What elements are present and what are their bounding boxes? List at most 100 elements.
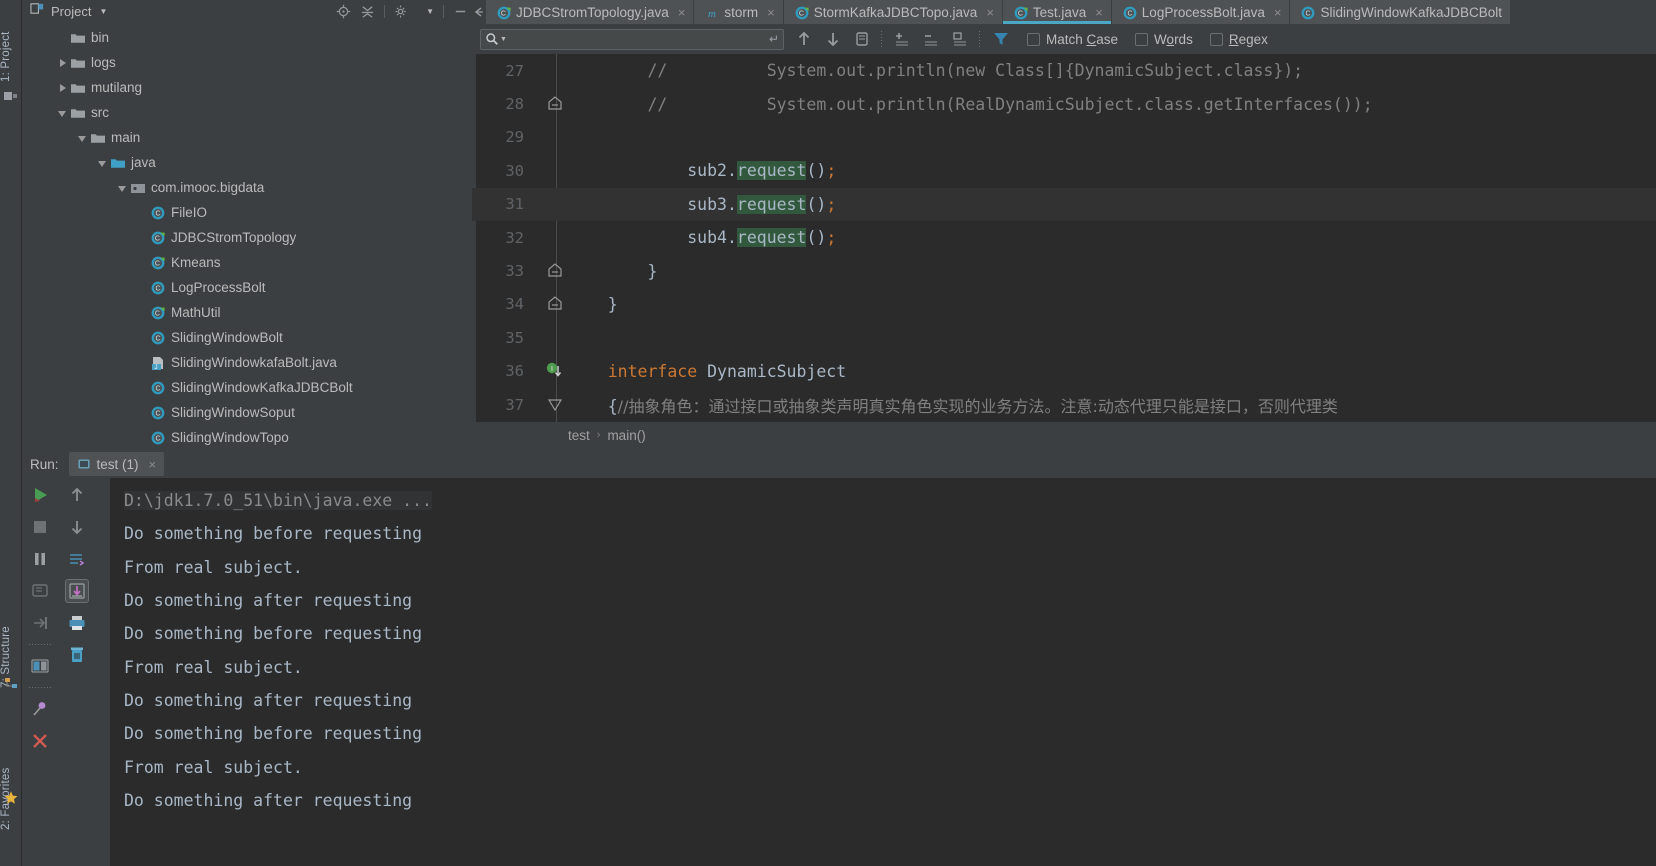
resume-program-icon[interactable] [29, 612, 51, 634]
tree-item-slidingwindowsoput[interactable]: C SlidingWindowSoput [22, 400, 472, 425]
toggle-view-icon[interactable] [29, 655, 51, 677]
sidebar-button-project[interactable]: 1: Project [0, 2, 22, 82]
pause-icon[interactable] [29, 548, 51, 570]
editor-tab-jdbcstromtopology-java[interactable]: C JDBCStromTopology.java × [486, 0, 695, 24]
tree-item-bin[interactable]: bin [22, 25, 472, 50]
fold-start-icon[interactable] [544, 394, 566, 416]
search-history-chevron-down-icon[interactable]: ▼ [500, 36, 507, 43]
checkbox-box[interactable] [1027, 32, 1040, 46]
stop-icon[interactable] [29, 516, 51, 538]
breadcrumb-item[interactable]: main() [607, 428, 645, 443]
select-all-occurrences-icon[interactable] [853, 30, 871, 48]
pin-tab-icon[interactable] [29, 698, 51, 720]
chevron-right-icon[interactable] [56, 56, 70, 70]
close-icon[interactable]: × [678, 5, 686, 20]
sidebar-button-favorites[interactable]: 2: Favorites [0, 738, 22, 830]
run-tab[interactable]: test (1) × [68, 452, 165, 476]
project-tree[interactable]: bin logs mutilang src main java com.imooc.bigd… [22, 22, 472, 450]
tab-scroll-icon[interactable] [472, 0, 486, 24]
tree-item-slidingwindowkafabolt-java[interactable]: J SlidingWindowkafaBolt.java [22, 350, 472, 375]
remove-line-icon[interactable] [922, 30, 940, 48]
editor-tab-storm[interactable]: m storm × [694, 0, 784, 24]
search-input-wrapper[interactable]: ▼ ↵ [480, 28, 784, 50]
rerun-failed-icon[interactable] [29, 580, 51, 602]
console-output[interactable]: D:\jdk1.7.0_51\bin\java.exe ... Do someth… [110, 478, 1656, 866]
breadcrumb-item[interactable]: test [568, 428, 590, 443]
chevron-down-icon[interactable] [116, 181, 130, 195]
gear-dropdown-icon[interactable]: ▼ [426, 7, 434, 16]
sidebar-button-structure[interactable]: 7: Structure [0, 598, 22, 688]
scroll-to-end-icon[interactable] [65, 579, 89, 603]
editor-tab-slidingwindowkafkajdbcbolt[interactable]: C SlidingWindowKafkaJDBCBolt [1290, 0, 1512, 24]
tree-item-slidingwindowtopo[interactable]: C SlidingWindowTopo [22, 425, 472, 450]
code-line[interactable]: 29 [472, 121, 1656, 154]
tree-item-jdbcstromtopology[interactable]: C JDBCStromTopology [22, 225, 472, 250]
editor-tab-test-java[interactable]: C Test.java × [1002, 0, 1112, 24]
editor-tab-logprocessbolt-java[interactable]: C LogProcessBolt.java × [1111, 0, 1291, 24]
find-previous-icon[interactable] [795, 30, 813, 48]
tree-item-mathutil[interactable]: C MathUtil [22, 300, 472, 325]
close-icon[interactable]: × [986, 5, 994, 20]
fold-end-icon[interactable] [544, 293, 566, 315]
filter-icon[interactable] [992, 30, 1010, 48]
exclude-line-icon[interactable] [951, 30, 969, 48]
close-icon[interactable]: × [149, 457, 157, 472]
code-line[interactable]: 36 I interface DynamicSubject [472, 355, 1656, 388]
tree-item-logprocessbolt[interactable]: C LogProcessBolt [22, 275, 472, 300]
close-icon[interactable]: × [767, 5, 775, 20]
editor-tab-bar[interactable]: C JDBCStromTopology.java × m storm × C StormKaf… [472, 0, 1656, 24]
chevron-down-icon[interactable] [56, 106, 70, 120]
code-line[interactable]: 30 sub2.request(); [472, 154, 1656, 187]
hide-icon[interactable] [453, 4, 468, 19]
code-line[interactable]: 37 {//抽象角色：通过接口或抽象类声明真实角色实现的业务方法。注意:动态代理… [472, 388, 1656, 421]
find-next-icon[interactable] [824, 30, 842, 48]
tree-item-src[interactable]: src [22, 100, 472, 125]
tree-item-java[interactable]: java [22, 150, 472, 175]
code-line[interactable]: 28 // System.out.println(RealDynamicSubj… [472, 87, 1656, 120]
tree-item-fileio[interactable]: C FileIO [22, 200, 472, 225]
chevron-down-icon[interactable]: ▼ [99, 7, 107, 16]
locate-icon[interactable] [336, 4, 351, 19]
chevron-down-icon[interactable] [76, 131, 90, 145]
checkbox-words[interactable]: Words [1135, 32, 1193, 47]
checkbox-box[interactable] [1135, 32, 1149, 46]
code-line[interactable]: 34 } [472, 288, 1656, 321]
chevron-down-icon[interactable] [96, 156, 110, 170]
run-icon[interactable] [29, 484, 51, 506]
tree-item-slidingwindowkafkajdbcbolt[interactable]: C SlidingWindowKafkaJDBCBolt [22, 375, 472, 400]
checkbox-match-case[interactable]: Match Case [1027, 32, 1118, 47]
code-lines[interactable]: 27 // System.out.println(new Class[]{Dyn… [472, 54, 1656, 421]
tree-item-logs[interactable]: logs [22, 50, 472, 75]
tree-item-mutilang[interactable]: mutilang [22, 75, 472, 100]
gear-icon[interactable] [394, 4, 409, 19]
tree-item-main[interactable]: main [22, 125, 472, 150]
code-editor[interactable]: 27 // System.out.println(new Class[]{Dyn… [472, 54, 1656, 422]
enter-arrow-icon[interactable]: ↵ [769, 32, 779, 46]
fold-end-icon[interactable] [544, 260, 566, 282]
close-icon[interactable]: × [1274, 5, 1282, 20]
add-line-icon[interactable] [893, 30, 911, 48]
collapse-all-icon[interactable] [360, 4, 375, 19]
tree-item-com-imooc-bigdata[interactable]: com.imooc.bigdata [22, 175, 472, 200]
scroll-up-icon[interactable] [66, 484, 88, 506]
tree-item-slidingwindowbolt[interactable]: C SlidingWindowBolt [22, 325, 472, 350]
tree-item-kmeans[interactable]: C Kmeans [22, 250, 472, 275]
chevron-right-icon[interactable] [56, 81, 70, 95]
search-input[interactable] [506, 31, 779, 47]
breadcrumb[interactable]: test › main() [472, 422, 1656, 448]
code-line[interactable]: 33 } [472, 254, 1656, 287]
fold-end-icon[interactable] [544, 93, 566, 115]
code-line[interactable]: 32 sub4.request(); [472, 221, 1656, 254]
checkbox-regex[interactable]: Regex [1209, 32, 1268, 47]
clear-all-icon[interactable] [66, 644, 88, 666]
scroll-down-icon[interactable] [66, 516, 88, 538]
implemented-interface-icon[interactable]: I [544, 360, 566, 382]
code-line[interactable]: 35 [472, 321, 1656, 354]
close-icon[interactable]: × [1095, 5, 1103, 20]
editor-tab-stormkafkajdbctopo-java[interactable]: C StormKafkaJDBCTopo.java × [783, 0, 1003, 24]
soft-wrap-icon[interactable] [66, 548, 88, 570]
close-icon[interactable] [29, 730, 51, 752]
print-icon[interactable] [66, 612, 88, 634]
checkbox-box[interactable] [1209, 32, 1223, 46]
code-line[interactable]: 27 // System.out.println(new Class[]{Dyn… [472, 54, 1656, 87]
